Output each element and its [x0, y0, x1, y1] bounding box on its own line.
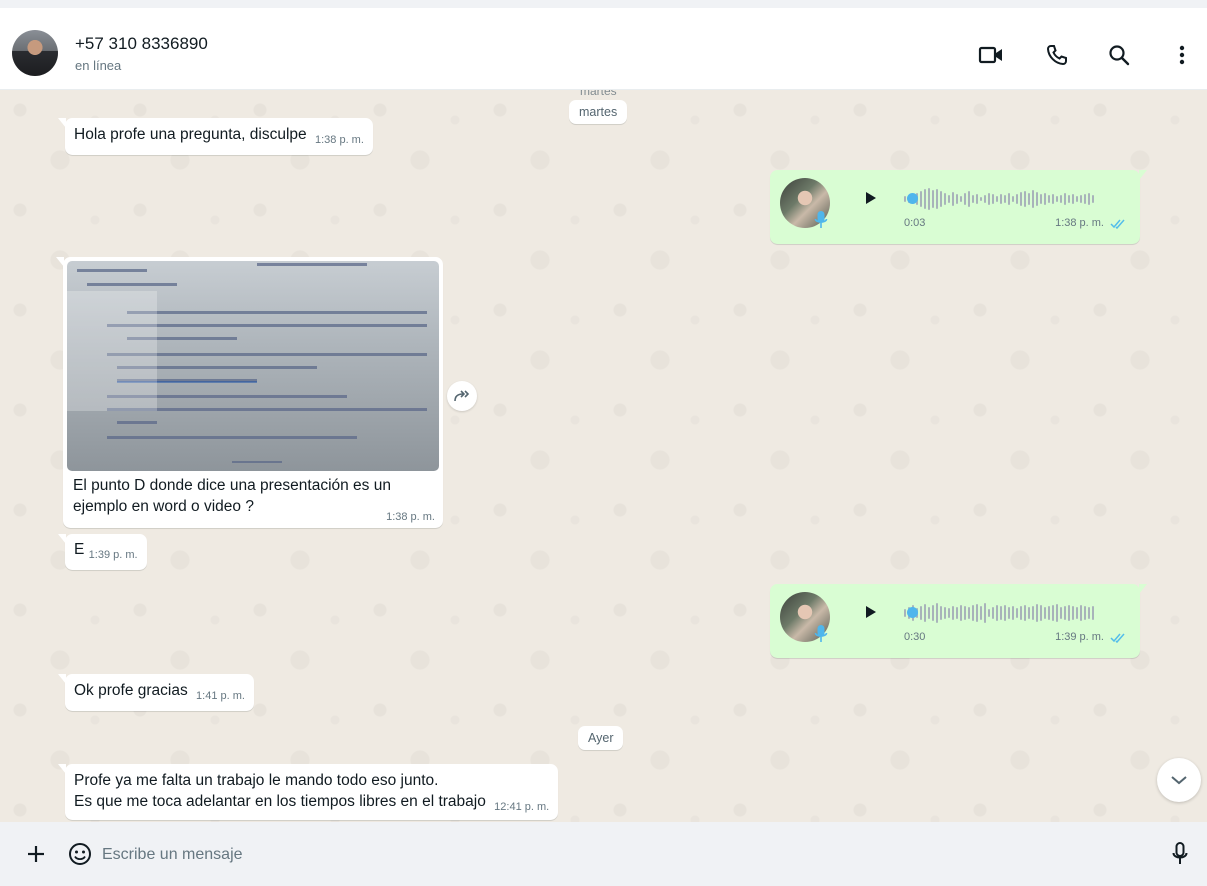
playback-position-dot[interactable]	[907, 607, 918, 618]
message-text: E	[74, 541, 85, 558]
chat-header[interactable]: +57 310 8336890 en línea	[0, 8, 1207, 90]
message-input[interactable]	[100, 834, 1154, 876]
incoming-message[interactable]: Profe ya me falta un trabajo le mando to…	[58, 764, 559, 820]
top-strip	[0, 0, 1207, 8]
voice-call-icon[interactable]	[1044, 42, 1070, 68]
incoming-message[interactable]: E 1:39 p. m.	[58, 534, 147, 570]
read-ticks-icon	[1110, 214, 1126, 235]
contact-name[interactable]: +57 310 8336890	[75, 34, 208, 54]
message-text: Es que me toca adelantar en los tiempos …	[74, 793, 486, 810]
voice-duration: 0:30	[904, 631, 926, 643]
composer-bar	[0, 822, 1207, 886]
scroll-down-button[interactable]	[1157, 758, 1201, 802]
date-separator-ghost: martes	[580, 90, 617, 98]
plus-icon[interactable]	[22, 840, 50, 868]
search-icon[interactable]	[1106, 42, 1132, 68]
menu-icon[interactable]	[1169, 42, 1195, 68]
voice-duration: 0:03	[904, 217, 926, 229]
incoming-message[interactable]: Ok profe gracias 1:41 p. m.	[58, 674, 254, 711]
play-button[interactable]	[866, 192, 876, 204]
caption-line: El punto D donde dice una presentación e…	[73, 477, 391, 494]
message-text: Profe ya me falta un trabajo le mando to…	[74, 772, 439, 789]
mic-icon[interactable]	[1166, 840, 1194, 868]
image-caption: El punto D donde dice una presentación e…	[73, 475, 391, 517]
message-time: 1:39 p. m.	[1055, 631, 1104, 643]
incoming-message[interactable]: Hola profe una pregunta, disculpe 1:38 p…	[58, 118, 373, 155]
contact-avatar[interactable]	[12, 30, 58, 76]
message-time: 1:41 p. m.	[196, 690, 245, 702]
message-time: 1:39 p. m.	[88, 549, 138, 561]
date-separator-martes: martes	[569, 100, 628, 124]
message-text: Hola profe una pregunta, disculpe	[74, 126, 307, 143]
voice-waveform[interactable]	[904, 184, 1094, 214]
emoji-icon[interactable]	[66, 840, 94, 868]
mic-badge-icon	[814, 624, 828, 650]
document-photo[interactable]	[67, 261, 439, 471]
contact-status: en línea	[75, 58, 122, 73]
date-separator-ayer: Ayer	[578, 726, 624, 750]
outgoing-voice-message[interactable]: 0:30 1:39 p. m.	[770, 584, 1147, 658]
message-time: 1:38 p. m.	[314, 134, 364, 146]
play-button[interactable]	[866, 606, 876, 618]
chat-area[interactable]: martes martes Hola profe una pregunta, d…	[0, 90, 1207, 822]
message-time: 1:38 p. m.	[386, 511, 435, 523]
playback-position-dot[interactable]	[907, 193, 918, 204]
video-call-icon[interactable]	[978, 42, 1004, 68]
caption-line: ejemplo en word o video ?	[73, 498, 254, 515]
message-text: Ok profe gracias	[74, 682, 188, 699]
outgoing-voice-message[interactable]: 0:03 1:38 p. m.	[770, 170, 1147, 244]
voice-waveform[interactable]	[904, 598, 1094, 628]
incoming-image-message[interactable]: El punto D donde dice una presentación e…	[56, 257, 443, 528]
message-time: 12:41 p. m.	[494, 801, 550, 813]
forward-button[interactable]	[447, 381, 477, 411]
message-time: 1:38 p. m.	[1055, 217, 1104, 229]
mic-badge-icon	[814, 210, 828, 236]
read-ticks-icon	[1110, 628, 1126, 649]
